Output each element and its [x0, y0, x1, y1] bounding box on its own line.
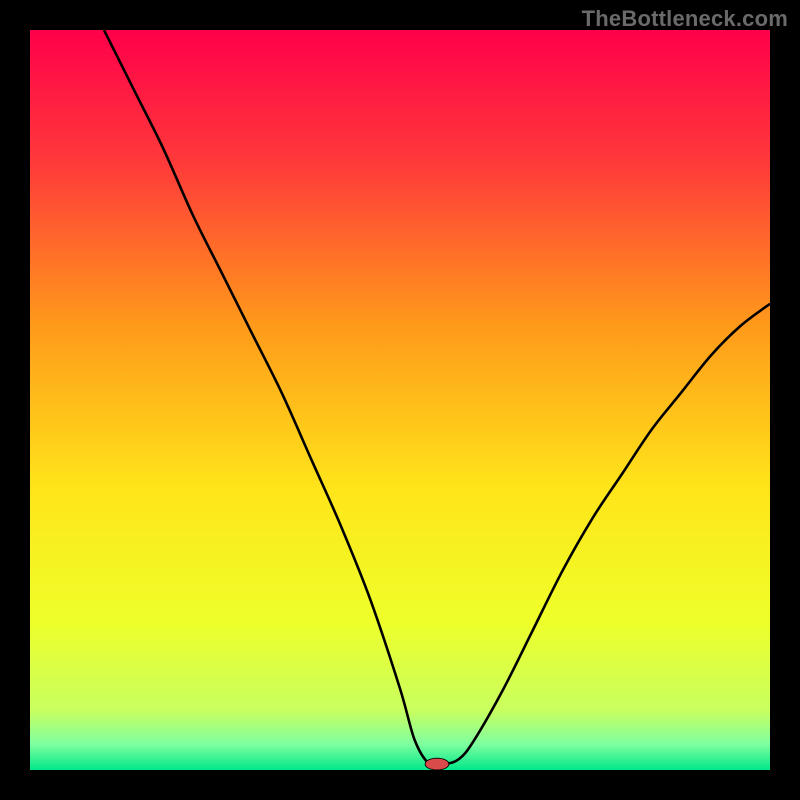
chart-frame: TheBottleneck.com [0, 0, 800, 800]
bottleneck-chart [30, 30, 770, 770]
optimum-marker [425, 758, 449, 770]
watermark-text: TheBottleneck.com [582, 6, 788, 32]
plot-background [30, 30, 770, 770]
